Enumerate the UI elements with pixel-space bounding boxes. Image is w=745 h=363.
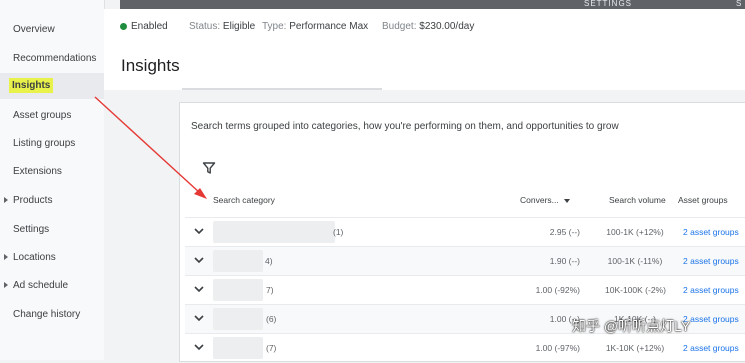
asset-groups-link[interactable]: 2 asset groups — [683, 227, 739, 237]
conversions-value: 1.00 (-97%) — [535, 343, 580, 353]
sidebar-item-extensions[interactable]: Extensions — [0, 158, 104, 184]
category-count: 7) — [266, 285, 274, 295]
redacted-category-name — [213, 279, 263, 301]
sidebar-item-label: Overview — [13, 24, 55, 35]
category-count: (7) — [266, 343, 277, 353]
page-header: Insights — [104, 44, 745, 91]
filter-icon[interactable] — [202, 161, 216, 175]
budget-label: Budget: — [382, 21, 417, 32]
sidebar: Overview Recommendations Insights Asset … — [0, 0, 105, 360]
page-title: Insights — [121, 56, 180, 75]
settings-label: SETTINGS — [584, 0, 633, 8]
table-row[interactable]: 4) 1.90 (--) 100-1K (-11%) 2 asset group… — [185, 246, 745, 276]
enabled-status-dot-icon — [120, 23, 127, 30]
sidebar-item-listing-groups[interactable]: Listing groups — [0, 130, 104, 156]
sidebar-item-locations[interactable]: Locations — [0, 244, 104, 270]
asset-groups-link[interactable]: 2 asset groups — [683, 285, 739, 295]
column-header-search-category[interactable]: Search category — [213, 195, 275, 205]
campaign-status: Status: Eligible — [189, 21, 255, 32]
type-value: Performance Max — [289, 21, 369, 32]
caret-right-icon — [4, 197, 8, 203]
asset-groups-link[interactable]: 2 asset groups — [683, 343, 739, 353]
sort-descending-icon — [563, 198, 570, 203]
campaign-budget[interactable]: Budget: $230.00/day — [382, 21, 474, 32]
campaign-status-bar: Enabled Status: Eligible Type: Performan… — [104, 9, 745, 45]
redacted-category-name — [213, 221, 335, 243]
budget-value: $230.00/day — [419, 21, 475, 32]
redacted-category-name — [213, 250, 263, 272]
table-row[interactable]: (7) 1.00 (-97%) 1K-10K (+12%) 2 asset gr… — [185, 333, 745, 363]
table-row[interactable]: (1) 2.95 (--) 100-1K (+12%) 2 asset grou… — [185, 217, 745, 247]
chevron-down-icon[interactable] — [193, 283, 205, 295]
sidebar-item-label: Extensions — [13, 166, 62, 177]
chevron-down-icon[interactable] — [193, 254, 205, 266]
type-label: Type: — [262, 21, 287, 32]
sidebar-item-asset-groups[interactable]: Asset groups — [0, 102, 104, 128]
column-header-search-volume[interactable]: Search volume — [609, 195, 666, 205]
sidebar-item-label: Locations — [13, 252, 56, 263]
sidebar-item-label: Change history — [13, 309, 81, 320]
conversions-value: 2.95 (--) — [549, 227, 580, 237]
table-row[interactable]: 7) 1.00 (-92%) 10K-100K (-2%) 2 asset gr… — [185, 275, 745, 305]
status-value: Eligible — [222, 21, 256, 32]
top-bar-letter: S — [736, 0, 742, 8]
category-count: 4) — [265, 256, 273, 266]
sidebar-item-label: Ad schedule — [13, 280, 69, 291]
sidebar-item-insights[interactable]: Insights — [0, 73, 104, 99]
sidebar-item-label: Settings — [13, 224, 50, 235]
column-header-conversions[interactable]: Convers... — [520, 195, 570, 205]
sidebar-item-label: Listing groups — [13, 138, 76, 149]
sidebar-item-ad-schedule[interactable]: Ad schedule — [0, 272, 104, 298]
asset-groups-link[interactable]: 2 asset groups — [683, 256, 739, 266]
card-description: Search terms grouped into categories, ho… — [191, 121, 619, 132]
search-volume-value: 1K-10K (+12%) — [605, 343, 665, 353]
sidebar-item-change-history[interactable]: Change history — [0, 301, 104, 327]
sidebar-item-products[interactable]: Products — [0, 187, 104, 213]
campaign-type: Type: Performance Max — [262, 21, 368, 32]
top-bar: SETTINGS S — [120, 0, 745, 9]
caret-right-icon — [4, 254, 8, 260]
chevron-down-icon[interactable] — [193, 312, 205, 324]
watermark: 知乎 @听听点灯LY — [572, 318, 691, 334]
category-count: (1) — [333, 227, 344, 237]
category-count: (6) — [266, 314, 277, 324]
redacted-category-name — [213, 308, 263, 330]
asset-groups-link[interactable]: 2 asset groups — [683, 314, 739, 324]
sidebar-item-label: Recommendations — [13, 53, 97, 64]
sidebar-item-label: Insights — [9, 78, 54, 93]
chevron-down-icon[interactable] — [193, 225, 205, 237]
search-volume-value: 100-1K (-11%) — [607, 256, 663, 266]
sidebar-item-overview[interactable]: Overview — [0, 16, 104, 42]
column-header-conversions-label: Convers... — [520, 195, 559, 205]
column-header-asset-groups[interactable]: Asset groups — [678, 195, 728, 205]
redacted-category-name — [213, 337, 263, 359]
conversions-value: 1.90 (--) — [549, 256, 580, 266]
chevron-down-icon[interactable] — [193, 341, 205, 353]
conversions-value: 1.00 (-92%) — [535, 285, 580, 295]
sidebar-item-label: Products — [13, 195, 53, 206]
sidebar-item-settings[interactable]: Settings — [0, 216, 104, 242]
search-volume-value: 100-1K (+12%) — [606, 227, 664, 237]
caret-right-icon — [4, 282, 8, 288]
enabled-status[interactable]: Enabled — [131, 21, 168, 32]
sidebar-item-label: Asset groups — [13, 110, 72, 121]
sidebar-item-recommendations[interactable]: Recommendations — [0, 45, 104, 71]
search-volume-value: 10K-100K (-2%) — [605, 285, 666, 295]
status-label: Status: — [189, 21, 221, 32]
